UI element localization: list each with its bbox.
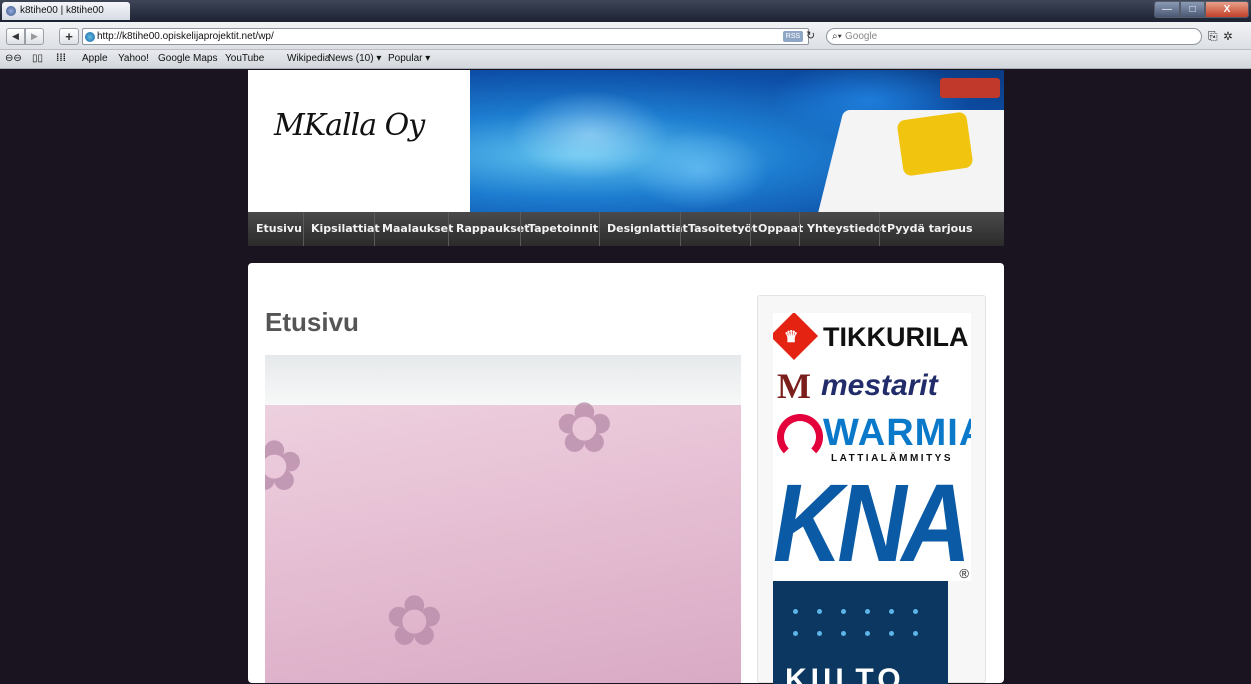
wallpaper-photo: ✿ ✿ ✿ (265, 355, 741, 683)
header-banner-image (470, 70, 1004, 212)
browser-toolbar: ◀ ▶ + http://k8tihe00.opiskelijaprojekti… (0, 22, 1251, 50)
safari-icon (6, 6, 16, 16)
window-controls: — □ X (1154, 1, 1249, 18)
dot-pattern-icon (793, 631, 798, 636)
address-bar[interactable]: http://k8tihe00.opiskelijaprojektit.net/… (82, 28, 809, 45)
warmia-arc-icon (777, 414, 823, 460)
site-logo[interactable]: MKalla Oy (248, 70, 470, 212)
minimize-button[interactable]: — (1154, 1, 1180, 18)
flower-pattern-icon: ✿ (385, 580, 444, 662)
add-bookmark-button[interactable]: + (59, 28, 79, 45)
ceiling-strip (265, 355, 741, 405)
search-input[interactable]: ⌕▾ Google (826, 28, 1202, 45)
bookmarks-bar: ⊖⊖ ▯▯ ⁞⁞⁞ Apple Yahoo! Google Maps YouTu… (0, 50, 1251, 69)
knauf-logo[interactable]: KNAUF ® (773, 467, 971, 581)
dot-pattern-icon (841, 631, 846, 636)
dot-pattern-icon (817, 609, 822, 614)
settings-gear-icon[interactable]: ✲ (1224, 29, 1239, 43)
warmia-logo[interactable]: WARMIA LATTIALÄMMITYS (773, 412, 971, 467)
kiilto-logo[interactable]: KIILTO (773, 581, 948, 684)
kiilto-wordmark: KIILTO (785, 663, 905, 684)
dot-pattern-icon (793, 609, 798, 614)
search-placeholder: Google (845, 31, 878, 42)
crown-icon: ♛ (784, 329, 799, 346)
bookmark-google-maps[interactable]: Google Maps (158, 53, 217, 64)
url-text: http://k8tihe00.opiskelijaprojektit.net/… (97, 31, 274, 42)
tikkurila-wordmark: TIKKURILA (823, 322, 969, 352)
partner-sidebar: ♛ TIKKURILA M mestarit WARMIA LATTIALÄMM… (757, 295, 986, 684)
dot-pattern-icon (913, 631, 918, 636)
dot-pattern-icon (865, 631, 870, 636)
flower-pattern-icon: ✿ (265, 425, 304, 507)
close-button[interactable]: X (1205, 1, 1249, 18)
dot-pattern-icon (817, 631, 822, 636)
page-title: Etusivu (265, 307, 359, 337)
yellow-pillow (896, 111, 974, 177)
top-sites-grid-icon[interactable]: ⁞⁞⁞ (56, 53, 66, 64)
bookmark-yahoo[interactable]: Yahoo! (118, 53, 149, 64)
main-navigation: Etusivu Kipsilattiat Maalaukset Rappauks… (248, 212, 1004, 246)
logo-signature: MKalla Oy (274, 108, 425, 143)
reload-icon[interactable]: ↻ (806, 29, 815, 42)
bookmark-popular[interactable]: Popular ▾ (388, 53, 430, 64)
registered-mark: ® (959, 566, 969, 581)
bookmark-youtube[interactable]: YouTube (225, 53, 264, 64)
toolbar-right-icons: ⎘✲ (1208, 29, 1238, 44)
back-button[interactable]: ◀ (6, 28, 25, 45)
maximize-button[interactable]: □ (1180, 1, 1205, 18)
tikkurila-logo[interactable]: ♛ TIKKURILA (773, 313, 971, 362)
content-panel: Etusivu ✿ ✿ ✿ ♛ TIKKURILA M mestarit WAR… (248, 263, 1004, 684)
search-icon: ⌕▾ (832, 31, 842, 42)
dot-pattern-icon (865, 609, 870, 614)
warmia-subtitle: LATTIALÄMMITYS (831, 453, 954, 464)
red-books (940, 78, 1000, 98)
page-menu-icon[interactable]: ⎘ (1208, 29, 1224, 43)
dot-pattern-icon (841, 609, 846, 614)
open-book-icon[interactable]: ▯▯ (32, 53, 43, 64)
warmia-wordmark: WARMIA (823, 412, 971, 454)
nav-pyyda-tarjous[interactable]: Pyydä tarjous (880, 212, 980, 246)
globe-icon (85, 32, 95, 42)
bookmark-apple[interactable]: Apple (82, 53, 108, 64)
nav-etusivu[interactable]: Etusivu (249, 212, 309, 246)
bookmark-news[interactable]: News (10) ▾ (328, 53, 381, 64)
mestarit-logo[interactable]: M mestarit (773, 362, 971, 412)
nav-tapetoinnit[interactable]: Tapetoinnit (521, 212, 605, 246)
mestarit-wordmark: mestarit (821, 369, 938, 402)
dot-pattern-icon (913, 609, 918, 614)
dot-pattern-icon (889, 631, 894, 636)
mestarit-m-icon: M (777, 366, 811, 406)
forward-button[interactable]: ▶ (25, 28, 44, 45)
bookmark-wikipedia[interactable]: Wikipedia (287, 53, 330, 64)
knauf-wordmark: KNAUF (773, 467, 971, 581)
reading-glasses-icon[interactable]: ⊖⊖ (5, 53, 22, 64)
site-header: MKalla Oy (248, 70, 1004, 212)
flower-pattern-icon: ✿ (555, 387, 614, 469)
rss-button[interactable]: RSS (783, 31, 803, 42)
browser-tab[interactable]: k8tihe00 | k8tihe00 (2, 2, 130, 20)
tab-title: k8tihe00 | k8tihe00 (20, 5, 104, 16)
dot-pattern-icon (889, 609, 894, 614)
window-titlebar: k8tihe00 | k8tihe00 — □ X (0, 0, 1251, 22)
